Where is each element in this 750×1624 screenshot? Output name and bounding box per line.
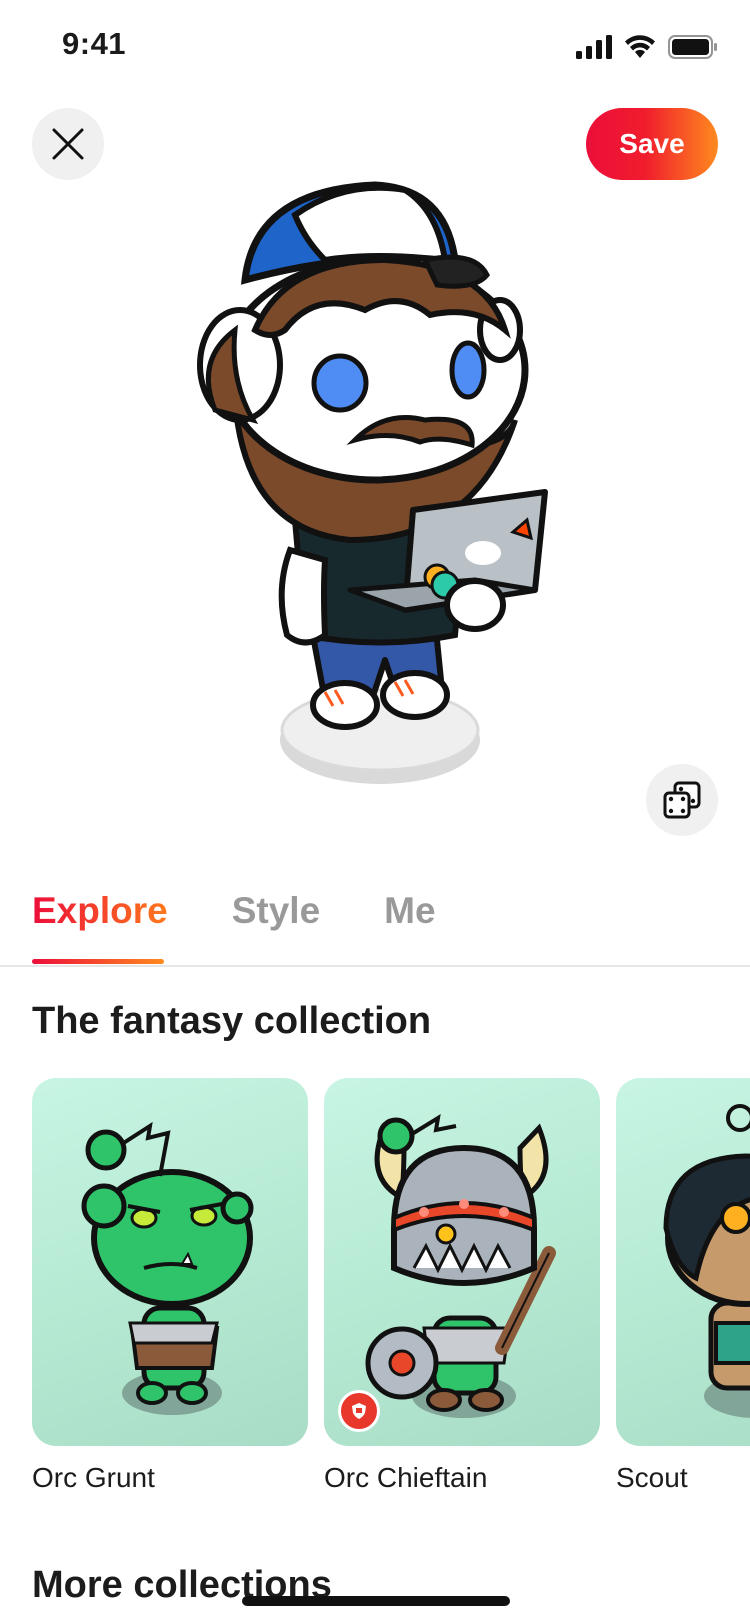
home-indicator[interactable] xyxy=(242,1596,510,1606)
tab-explore[interactable]: Explore xyxy=(32,890,168,958)
shield-icon xyxy=(352,1403,366,1419)
save-button[interactable]: Save xyxy=(586,108,718,180)
close-icon xyxy=(52,128,84,160)
tab-bar: Explore Style Me xyxy=(32,890,436,958)
collection-card-label: Scout xyxy=(616,1462,688,1493)
card-art xyxy=(32,1078,308,1446)
tab-style[interactable]: Style xyxy=(232,890,320,958)
battery-icon xyxy=(668,35,717,59)
card-art xyxy=(616,1078,750,1446)
avatar-preview xyxy=(197,181,548,784)
wifi-icon xyxy=(625,35,655,58)
close-button[interactable] xyxy=(32,108,104,180)
orc-grunt-illustration xyxy=(81,1121,254,1415)
collection-carousel[interactable]: Orc Grunt Orc Chieftain Scout xyxy=(32,1078,750,1498)
collection-card-orc-grunt[interactable]: Orc Grunt xyxy=(32,1078,308,1494)
cellular-signal-icon xyxy=(576,35,612,59)
collection-card-scout[interactable]: Scout xyxy=(616,1078,750,1494)
card-art xyxy=(324,1078,600,1446)
randomize-button[interactable] xyxy=(646,764,718,836)
status-bar: 9:41 xyxy=(0,0,750,92)
tab-me[interactable]: Me xyxy=(384,890,435,958)
tabs-divider xyxy=(0,965,750,967)
collection-card-label: Orc Chieftain xyxy=(324,1462,488,1493)
collection-card-orc-chieftain[interactable]: Orc Chieftain xyxy=(324,1078,600,1494)
section-title-fantasy: The fantasy collection xyxy=(32,1000,432,1042)
scout-illustration xyxy=(663,1104,750,1418)
dice-icon xyxy=(663,781,701,819)
premium-badge xyxy=(338,1390,380,1432)
collection-card-label: Orc Grunt xyxy=(32,1462,155,1493)
status-time: 9:41 xyxy=(62,26,127,61)
status-icons xyxy=(576,32,718,62)
active-tab-indicator xyxy=(32,959,164,964)
